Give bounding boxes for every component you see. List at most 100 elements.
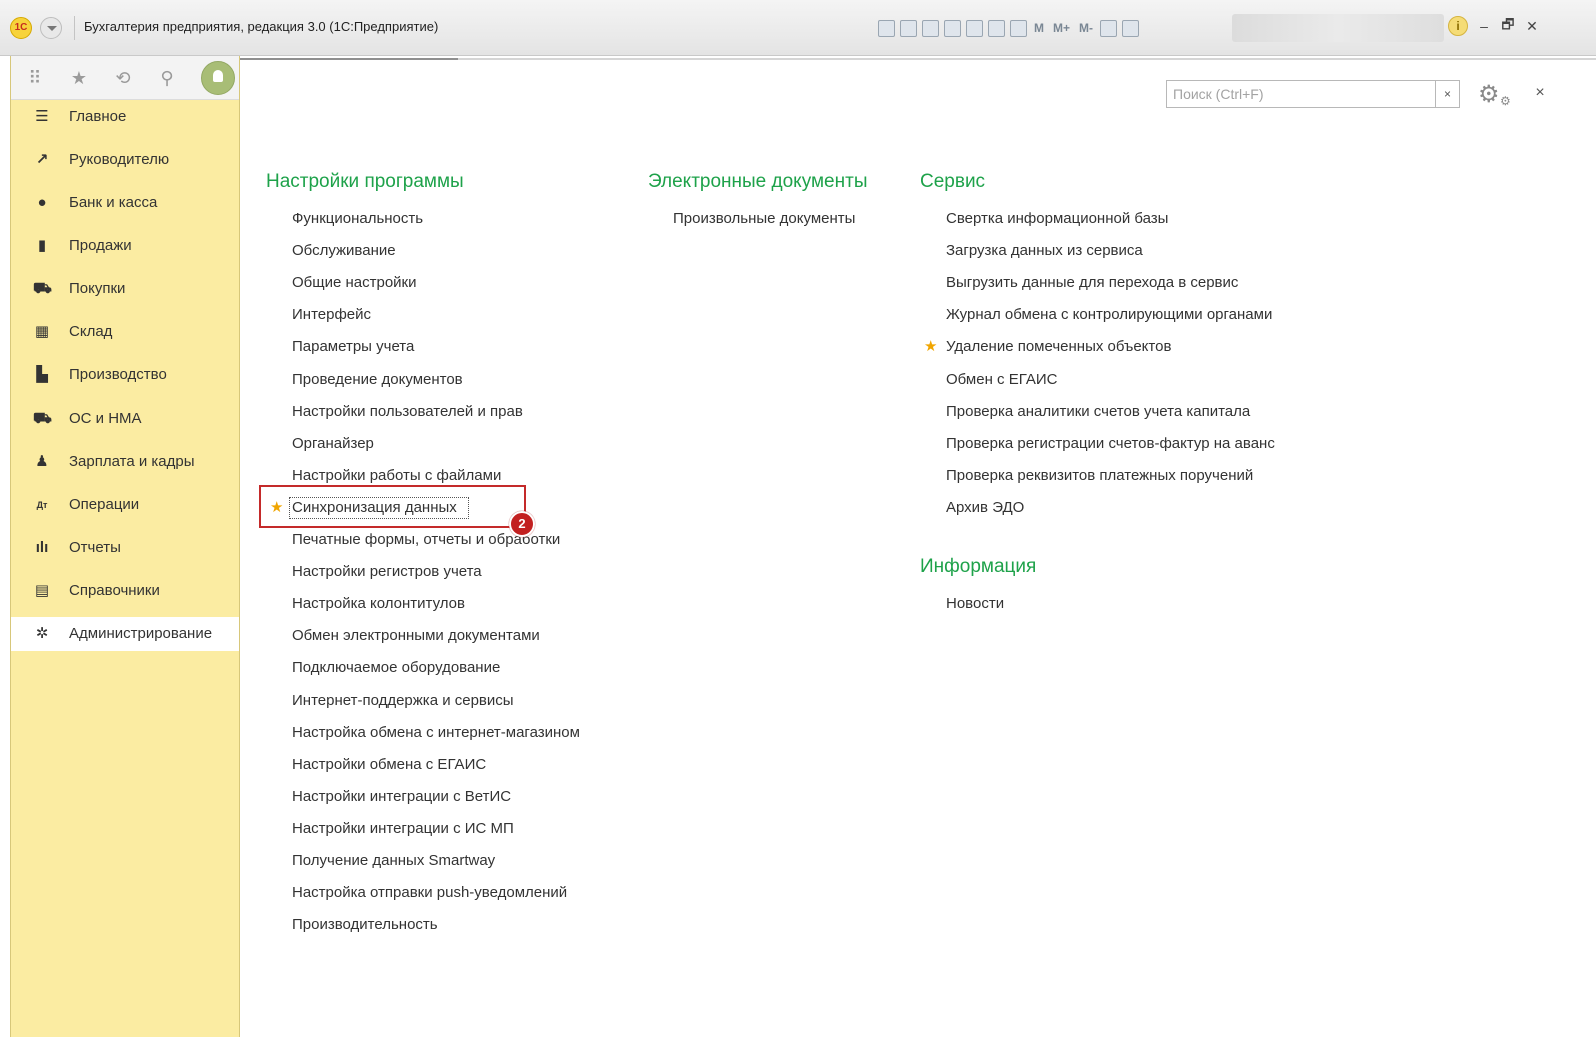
- favorite-star-icon[interactable]: ★: [924, 337, 937, 355]
- bank-icon: ●: [37, 194, 47, 211]
- main-menu-button[interactable]: [40, 17, 62, 39]
- link-service-1[interactable]: Загрузка данных из сервиса: [946, 242, 1143, 262]
- catalogs-icon: ▤: [34, 582, 50, 599]
- apps-grid-icon[interactable]: ⠿: [25, 68, 45, 88]
- divider: [74, 16, 75, 40]
- link-service-4[interactable]: Удаление помеченных объектов: [946, 338, 1171, 358]
- salary-icon: ♟: [35, 453, 49, 470]
- link-service-2[interactable]: Выгрузить данные для перехода в сервис: [946, 274, 1238, 294]
- window-title: Бухгалтерия предприятия, редакция 3.0 (1…: [84, 19, 439, 34]
- history-icon[interactable]: ⟲: [113, 68, 133, 88]
- search-input[interactable]: [1166, 80, 1436, 108]
- link-program_settings-22[interactable]: Производительность: [292, 916, 438, 936]
- sidebar-item-production[interactable]: ▙ Производство: [11, 358, 239, 392]
- sidebar-item-salary[interactable]: ♟ Зарплата и кадры: [11, 445, 239, 479]
- link-program_settings-19[interactable]: Настройки интеграции с ИС МП: [292, 820, 514, 840]
- memory-minus-button[interactable]: M-: [1077, 21, 1095, 35]
- sidebar-item-catalogs[interactable]: ▤ Справочники: [11, 574, 239, 608]
- sidebar-item-label: Производство: [69, 366, 167, 383]
- link-program_settings-1[interactable]: Обслуживание: [292, 242, 396, 262]
- link-edocs-0[interactable]: Произвольные документы: [673, 210, 855, 230]
- sidebar: ⠿ ★ ⟲ ⚲ ☰ Главное ↗ Руководителю ● Банк и кас…: [10, 56, 240, 1037]
- link-service-6[interactable]: Проверка аналитики счетов учета капитала: [946, 403, 1250, 423]
- print-icon[interactable]: [900, 19, 917, 37]
- link-program_settings-18[interactable]: Настройки интеграции с ВетИС: [292, 788, 511, 808]
- panels-icon[interactable]: [1122, 19, 1140, 37]
- link-program_settings-0[interactable]: Функциональность: [292, 210, 423, 230]
- sidebar-item-assets[interactable]: ⛟ ОС и НМА: [11, 402, 239, 436]
- link-service-3[interactable]: Журнал обмена с контролирующими органами: [946, 306, 1272, 326]
- sidebar-item-bank[interactable]: ● Банк и касса: [11, 186, 239, 220]
- link-program_settings-12[interactable]: Настройка колонтитулов: [292, 595, 465, 615]
- sidebar-item-reports[interactable]: ılı Отчеты: [11, 531, 239, 565]
- administration-icon: ✲: [35, 625, 49, 642]
- upload-icon[interactable]: [944, 19, 961, 37]
- memory-button[interactable]: M: [1032, 21, 1046, 35]
- operations-icon: Дт: [36, 500, 48, 510]
- toolbar: M M+ M-: [878, 17, 1140, 39]
- restore-button[interactable]: 🗗: [1500, 14, 1516, 38]
- link-program_settings-11[interactable]: Настройки регистров учета: [292, 563, 482, 583]
- link-program_settings-16[interactable]: Настройка обмена с интернет-магазином: [292, 724, 580, 744]
- link-info-0[interactable]: Новости: [946, 595, 1004, 615]
- sidebar-item-manager[interactable]: ↗ Руководителю: [11, 143, 239, 177]
- content-top-line: [240, 58, 1596, 60]
- memory-plus-button[interactable]: M+: [1051, 21, 1072, 35]
- sidebar-item-sales[interactable]: ▮ Продажи: [11, 229, 239, 263]
- sidebar-item-label: Руководителю: [69, 151, 170, 168]
- sidebar-item-administration[interactable]: ✲ Администрирование: [11, 617, 239, 651]
- link-program_settings-20[interactable]: Получение данных Smartway: [292, 852, 495, 872]
- link-program_settings-3[interactable]: Интерфейс: [292, 306, 371, 326]
- link-program_settings-6[interactable]: Настройки пользователей и прав: [292, 403, 523, 423]
- link-program_settings-8[interactable]: Настройки работы с файлами: [292, 467, 501, 487]
- sidebar-item-label: Главное: [69, 108, 127, 125]
- section-title-service: Сервис: [920, 171, 986, 192]
- calendar-icon[interactable]: [1010, 19, 1027, 37]
- manager-icon: ↗: [35, 151, 49, 168]
- link-program_settings-17[interactable]: Настройки обмена с ЕГАИС: [292, 756, 486, 776]
- link-service-7[interactable]: Проверка регистрации счетов-фактур на ав…: [946, 435, 1275, 455]
- sidebar-item-label: ОС и НМА: [69, 410, 142, 427]
- link-program_settings-15[interactable]: Интернет-поддержка и сервисы: [292, 692, 514, 712]
- section-title-edocs: Электронные документы: [648, 171, 868, 192]
- sidebar-item-purchases[interactable]: ⛟ Покупки: [11, 272, 239, 306]
- link-program_settings-5[interactable]: Проведение документов: [292, 371, 463, 391]
- sidebar-item-label: Банк и касса: [69, 194, 158, 211]
- save-icon[interactable]: [878, 19, 895, 37]
- reports-icon: ılı: [35, 539, 49, 556]
- blurred-user-area: [1232, 14, 1444, 42]
- close-panel-button[interactable]: ×: [1532, 84, 1548, 104]
- link-service-8[interactable]: Проверка реквизитов платежных поручений: [946, 467, 1253, 487]
- link-service-0[interactable]: Свертка информационной базы: [946, 210, 1168, 230]
- sidebar-item-home[interactable]: ☰ Главное: [11, 100, 239, 134]
- search-icon[interactable]: ⚲: [157, 68, 177, 88]
- purchases-icon: ⛟: [33, 280, 52, 297]
- link-program_settings-2[interactable]: Общие настройки: [292, 274, 417, 294]
- close-window-button[interactable]: ✕: [1524, 18, 1540, 35]
- info-icon[interactable]: i: [1448, 16, 1468, 36]
- calculator-icon[interactable]: [988, 19, 1005, 37]
- search-clear-button[interactable]: ×: [1436, 80, 1460, 108]
- link-service-5[interactable]: Обмен с ЕГАИС: [946, 371, 1057, 391]
- sidebar-item-warehouse[interactable]: ▦ Склад: [11, 315, 239, 349]
- zoom-icon[interactable]: [1100, 19, 1118, 37]
- settings-gear-icon[interactable]: ⚙ ⚙: [1478, 80, 1512, 110]
- sidebar-item-label: Администрирование: [69, 625, 213, 642]
- link-service-9[interactable]: Архив ЭДО: [946, 499, 1024, 519]
- production-icon: ▙: [36, 366, 48, 383]
- link-program_settings-14[interactable]: Подключаемое оборудование: [292, 659, 500, 679]
- link-program_settings-7[interactable]: Органайзер: [292, 435, 374, 455]
- sidebar-item-label: Продажи: [69, 237, 132, 254]
- link-program_settings-21[interactable]: Настройка отправки push-уведомлений: [292, 884, 567, 904]
- link-program_settings-13[interactable]: Обмен электронными документами: [292, 627, 540, 647]
- sidebar-toolbar: ⠿ ★ ⟲ ⚲: [11, 56, 239, 100]
- star-icon[interactable]: ★: [69, 68, 89, 88]
- user-avatar[interactable]: [201, 61, 235, 95]
- minimize-button[interactable]: –: [1476, 18, 1492, 34]
- app-logo-icon[interactable]: 1С: [10, 17, 32, 39]
- sidebar-item-label: Зарплата и кадры: [69, 453, 195, 470]
- archive-icon[interactable]: [966, 19, 983, 37]
- link-program_settings-4[interactable]: Параметры учета: [292, 338, 414, 358]
- preview-icon[interactable]: [922, 19, 939, 37]
- sidebar-item-operations[interactable]: Дт Операции: [11, 488, 239, 522]
